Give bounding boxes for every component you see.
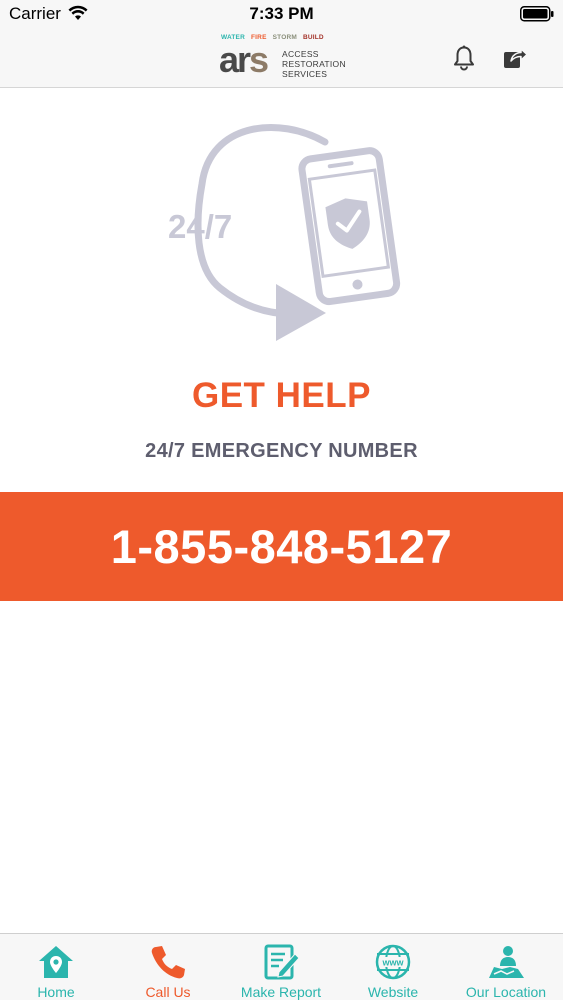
tab-home-label: Home [37, 984, 75, 1000]
phone-icon [151, 946, 185, 979]
logo-line-2: RESTORATION [282, 59, 346, 69]
status-bar: Carrier 7:33 PM [0, 0, 563, 30]
emergency-24-7-illustration: 24/7 [168, 123, 401, 341]
tab-call-us-label: Call Us [145, 984, 191, 1000]
globe-www-icon: www [375, 944, 411, 980]
report-pencil-icon [264, 944, 300, 980]
svg-text:www: www [381, 958, 404, 968]
get-help-title: GET HELP [191, 376, 372, 415]
tab-website-label: Website [367, 984, 419, 1000]
hero-24-7-text: 24/7 [168, 208, 232, 245]
battery-icon [520, 6, 554, 22]
logo-mark-ar: ar [219, 39, 251, 80]
tab-website[interactable]: www Website [337, 934, 449, 1000]
app-header: WATER FIRE STORM BUILD ars ACCESS RESTORATI… [0, 30, 563, 88]
emergency-number-subtitle: 24/7 EMERGENCY NUMBER [145, 440, 418, 462]
emergency-phone-number[interactable]: 1-855-848-5127 [111, 519, 453, 574]
logo-line-3: SERVICES [282, 69, 328, 79]
emergency-phone-banner[interactable]: 1-855-848-5127 [0, 492, 563, 601]
smartphone-icon [298, 147, 401, 306]
logo-tag-storm: STORM [272, 34, 297, 41]
bell-icon[interactable] [450, 44, 478, 72]
home-pin-icon [39, 946, 73, 978]
ars-logo: WATER FIRE STORM BUILD ars ACCESS RESTORATI… [219, 34, 349, 84]
tab-make-report[interactable]: Make Report [225, 934, 337, 1000]
clock-label: 7:33 PM [249, 4, 314, 23]
bottom-tab-bar: Home Call Us Make Report www Website Our… [0, 933, 563, 1000]
tab-make-report-label: Make Report [240, 984, 322, 1000]
logo-mark: ars [219, 39, 269, 80]
tab-our-location[interactable]: Our Location [450, 934, 562, 1000]
logo-line-1: ACCESS [282, 49, 319, 59]
location-person-icon [489, 946, 524, 978]
tab-our-location-label: Our Location [465, 984, 547, 1000]
tab-call-us[interactable]: Call Us [112, 934, 224, 1000]
logo-mark-s: s [249, 39, 269, 80]
logo-company-name: ACCESS RESTORATION SERVICES [282, 49, 346, 79]
share-icon[interactable] [501, 44, 529, 72]
tab-home[interactable]: Home [0, 934, 112, 1000]
logo-tag-build: BUILD [302, 34, 324, 41]
